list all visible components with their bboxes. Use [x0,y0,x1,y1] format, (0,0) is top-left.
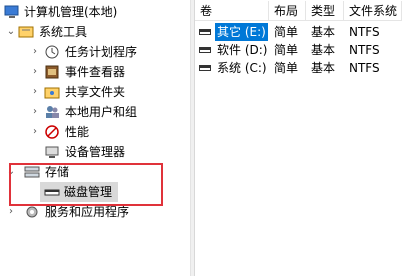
layout-cell: 简单 [274,61,299,75]
filesystem-cell: NTFS [349,25,380,39]
chevron-right-icon[interactable]: › [30,102,40,122]
navigation-tree: 计算机管理(本地) ⌄ 系统工具 › 任务计划程序 › 事件查看器 › 共享文件… [0,0,190,276]
tree-item-local-users[interactable]: › 本地用户和组 [0,102,190,122]
volume-cell: 软件 (D:) [217,43,268,57]
type-cell: 基本 [311,43,336,57]
tree-root-label: 计算机管理(本地) [24,5,118,19]
column-header-type[interactable]: 类型 [306,1,344,21]
annotation-highlight-box [9,163,163,206]
filesystem-cell: NTFS [349,43,380,57]
layout-cell: 简单 [274,25,299,39]
tree-item-label: 任务计划程序 [65,45,138,59]
drive-icon [199,29,211,35]
chevron-right-icon[interactable]: › [30,62,40,82]
volume-cell: 系统 (C:) [217,61,267,75]
shared-folders-icon [44,84,60,100]
computer-management-icon [4,4,20,20]
tree-item-shared-folders[interactable]: › 共享文件夹 [0,82,190,102]
tree-item-system-tools[interactable]: ⌄ 系统工具 [0,22,190,42]
chevron-right-icon[interactable]: › [30,42,40,62]
drive-icon [199,65,211,71]
tree-item-task-scheduler[interactable]: › 任务计划程序 [0,42,190,62]
tree-item-device-manager[interactable]: 设备管理器 [0,142,190,162]
tree-item-label: 系统工具 [39,25,88,39]
chevron-down-icon[interactable]: ⌄ [6,22,16,42]
column-header-filesystem[interactable]: 文件系统 [344,1,402,21]
table-row[interactable]: 系统 (C:) 简单 基本 NTFS [195,59,402,77]
event-viewer-icon [44,64,60,80]
type-cell: 基本 [311,25,336,39]
filesystem-cell: NTFS [349,61,380,75]
table-row[interactable]: 软件 (D:) 简单 基本 NTFS [195,41,402,59]
chevron-right-icon[interactable]: › [30,82,40,102]
tree-item-event-viewer[interactable]: › 事件查看器 [0,62,190,82]
chevron-right-icon[interactable]: › [30,122,40,142]
tree-item-label: 性能 [65,125,90,139]
system-tools-icon [18,24,34,40]
tree-root[interactable]: 计算机管理(本地) [0,2,190,22]
task-scheduler-icon [44,44,60,60]
column-header-layout[interactable]: 布局 [269,1,306,21]
column-header-volume[interactable]: 卷 [195,1,269,21]
tree-item-label: 本地用户和组 [65,105,138,119]
performance-icon [44,124,60,140]
drive-icon [199,47,211,53]
volume-list: 卷 布局 类型 文件系统 其它 (E:) 简单 基本 NTFS 软件 (D:) … [195,0,402,276]
tree-item-performance[interactable]: › 性能 [0,122,190,142]
local-users-icon [44,104,60,120]
table-row[interactable]: 其它 (E:) 简单 基本 NTFS [195,23,402,41]
tree-item-label: 事件查看器 [65,65,126,79]
tree-item-label: 共享文件夹 [65,85,126,99]
layout-cell: 简单 [274,43,299,57]
device-manager-icon [44,144,60,160]
tree-item-label: 设备管理器 [65,145,126,159]
volume-cell: 其它 (E:) [215,23,268,41]
type-cell: 基本 [311,61,336,75]
services-apps-icon [24,204,40,220]
